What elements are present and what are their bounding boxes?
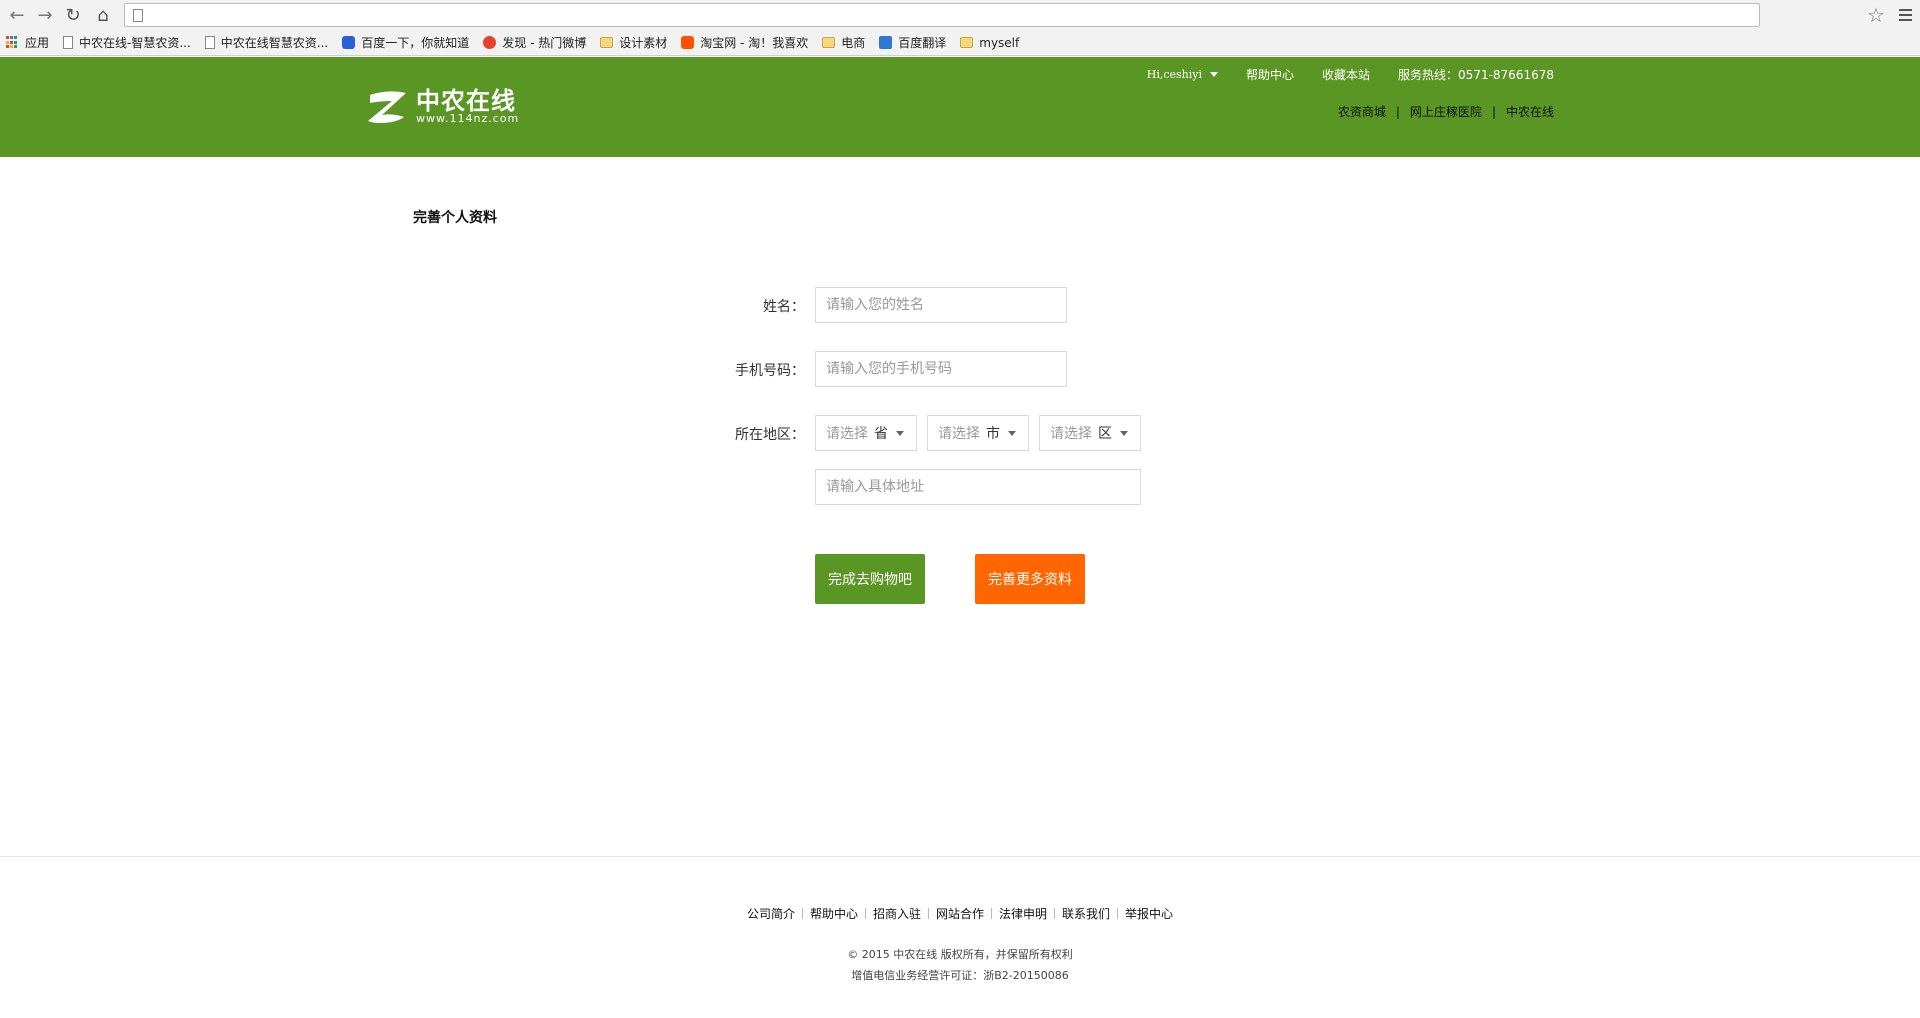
phone-input[interactable] <box>815 351 1067 387</box>
header-top-links: Hi,ceshiyi 帮助中心 收藏本站 服务热线：0571-87661678 <box>1119 66 1554 83</box>
browser-menu-icon[interactable] <box>1894 3 1916 27</box>
nav-separator: | <box>1395 104 1400 119</box>
taobao-icon <box>681 36 695 49</box>
bookmark-item[interactable]: 淘宝网 - 淘！我喜欢 <box>681 34 808 51</box>
complete-more-info-button[interactable]: 完善更多资料 <box>975 554 1085 604</box>
logo-z-icon <box>368 91 406 123</box>
browser-toolbar: ← → ↻ ⌂ ☆ <box>0 0 1920 30</box>
footer-link-help[interactable]: 帮助中心 <box>810 905 858 922</box>
header-sub-links: 农资商城 | 网上庄稼医院 | 中农在线 <box>1338 103 1554 120</box>
address-bar[interactable] <box>124 3 1760 27</box>
footer-link-cooperation[interactable]: 网站合作 <box>936 905 984 922</box>
help-center-link[interactable]: 帮助中心 <box>1246 66 1294 83</box>
name-label: 姓名： <box>763 299 805 315</box>
bookmark-item[interactable]: 百度翻译 <box>879 34 946 51</box>
finish-shopping-button[interactable]: 完成去购物吧 <box>815 554 925 604</box>
name-input[interactable] <box>815 287 1067 323</box>
bookmark-item[interactable]: 中农在线智慧农资... <box>204 34 329 51</box>
bookmark-label: 发现 - 热门微博 <box>502 36 587 50</box>
forward-arrow-icon[interactable]: → <box>34 4 56 26</box>
footer-divider <box>0 856 1920 857</box>
bookmark-folder[interactable]: 电商 <box>822 34 865 51</box>
select-placeholder: 请选择 <box>826 426 868 442</box>
page-title: 完善个人资料 <box>413 210 497 226</box>
select-placeholder: 请选择 <box>938 426 980 442</box>
translate-icon <box>879 36 893 49</box>
nav-link-mall[interactable]: 农资商城 <box>1338 103 1386 120</box>
select-unit: 市 <box>986 426 1000 442</box>
footer-link-report[interactable]: 举报中心 <box>1125 905 1173 922</box>
logo-url: www.114nz.com <box>416 112 520 125</box>
select-placeholder: 请选择 <box>1050 426 1092 442</box>
bookmark-folder[interactable]: myself <box>960 36 1019 50</box>
page-icon <box>204 36 215 49</box>
license-text: 增值电信业务经营许可证：浙B2-20150086 <box>851 969 1069 982</box>
baidu-paw-icon <box>342 36 356 49</box>
footer-separator <box>1117 908 1119 919</box>
bookmark-folder[interactable]: 设计素材 <box>600 34 667 51</box>
bookmarks-bar: 应用 中农在线-智慧农资... 中农在线智慧农资... 百度一下，你就知道 发现… <box>0 30 1920 56</box>
site-logo[interactable]: 中农在线 www.114nz.com <box>366 87 519 127</box>
nav-separator: | <box>1491 104 1496 119</box>
nav-link-crop-hospital[interactable]: 网上庄稼医院 <box>1410 103 1482 120</box>
bookmark-star-icon[interactable]: ☆ <box>1864 3 1888 27</box>
bookmark-label: 设计素材 <box>619 36 668 50</box>
bookmark-item[interactable]: 发现 - 热门微博 <box>483 34 586 51</box>
address-input[interactable] <box>815 469 1141 505</box>
user-menu[interactable]: Hi,ceshiyi <box>1146 68 1219 81</box>
bookmark-label: 百度翻译 <box>898 36 947 50</box>
home-icon[interactable]: ⌂ <box>92 4 114 26</box>
footer-separator <box>801 908 803 919</box>
footer-link-merchants[interactable]: 招商入驻 <box>873 905 921 922</box>
chevron-down-icon <box>1008 430 1016 436</box>
bookmark-label: 应用 <box>25 36 50 50</box>
folder-icon <box>822 37 836 48</box>
bookmark-label: myself <box>979 35 1020 50</box>
copyright-text: © 2015 中农在线 版权所有，并保留所有权利 <box>847 948 1073 961</box>
city-select[interactable]: 请选择 市 <box>927 415 1029 451</box>
service-hotline: 服务热线：0571-87661678 <box>1398 68 1554 82</box>
footer-links: 公司简介 帮助中心 招商入驻 网站合作 法律申明 联系我们 举报中心 <box>0 905 1920 922</box>
apps-icon <box>6 36 19 49</box>
phone-label: 手机号码： <box>735 363 805 379</box>
weibo-icon <box>483 36 497 49</box>
bookmark-site-link[interactable]: 收藏本站 <box>1322 66 1370 83</box>
bookmark-label: 百度一下，你就知道 <box>361 36 470 50</box>
user-greeting: Hi,ceshiyi <box>1146 68 1203 81</box>
bookmark-label: 电商 <box>841 36 866 50</box>
bookmark-item[interactable]: 中农在线-智慧农资... <box>63 34 191 51</box>
select-unit: 区 <box>1098 426 1112 442</box>
reload-icon[interactable]: ↻ <box>62 4 84 26</box>
province-select[interactable]: 请选择 省 <box>815 415 917 451</box>
region-label: 所在地区： <box>735 427 805 443</box>
footer-link-about[interactable]: 公司简介 <box>747 905 795 922</box>
nav-link-home[interactable]: 中农在线 <box>1506 103 1554 120</box>
footer-link-contact[interactable]: 联系我们 <box>1062 905 1110 922</box>
select-unit: 省 <box>874 426 888 442</box>
page-icon <box>133 9 143 22</box>
footer-separator <box>864 908 866 919</box>
footer-separator <box>927 908 929 919</box>
back-arrow-icon[interactable]: ← <box>6 4 28 26</box>
folder-icon <box>600 37 614 48</box>
chevron-down-icon <box>1120 430 1128 436</box>
bookmark-label: 中农在线智慧农资... <box>220 36 329 50</box>
chevron-down-icon <box>896 430 904 436</box>
district-select[interactable]: 请选择 区 <box>1039 415 1141 451</box>
footer-separator <box>1054 908 1056 919</box>
folder-icon <box>960 37 974 48</box>
bookmark-label: 淘宝网 - 淘！我喜欢 <box>700 36 809 50</box>
page-icon <box>63 36 74 49</box>
footer-separator <box>991 908 992 919</box>
chevron-down-icon <box>1210 72 1219 77</box>
logo-name: 中农在线 <box>416 87 516 115</box>
bookmark-label: 中农在线-智慧农资... <box>79 36 191 50</box>
footer-link-legal[interactable]: 法律申明 <box>999 905 1047 922</box>
site-header: 中农在线 www.114nz.com Hi,ceshiyi 帮助中心 收藏本站 … <box>0 57 1920 157</box>
bookmark-item[interactable]: 百度一下，你就知道 <box>342 34 469 51</box>
bookmark-apps[interactable]: 应用 <box>6 34 49 51</box>
